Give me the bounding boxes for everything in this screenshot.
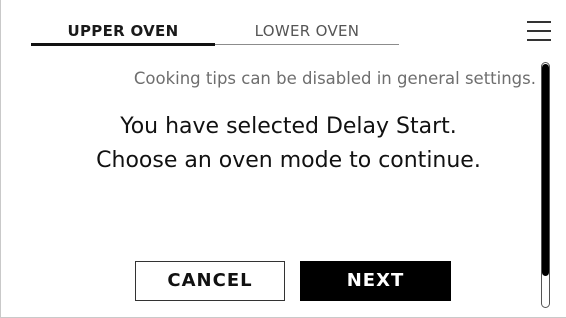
cancel-button[interactable]: CANCEL <box>135 261 285 301</box>
hamburger-menu-icon[interactable] <box>525 18 555 44</box>
delay-start-message: You have selected Delay Start. Choose an… <box>41 110 536 178</box>
menu-line-middle <box>527 30 551 32</box>
scrollbar-thumb[interactable] <box>542 64 549 276</box>
message-line-1: You have selected Delay Start. <box>120 114 457 139</box>
menu-line-bottom <box>527 39 551 41</box>
tab-upper-oven[interactable]: UPPER OVEN <box>31 18 215 44</box>
next-button[interactable]: NEXT <box>300 261 451 301</box>
oven-control-screen: UPPER OVEN LOWER OVEN Cooking tips can b… <box>0 0 566 318</box>
active-tab-indicator <box>31 43 215 46</box>
tab-lower-oven[interactable]: LOWER OVEN <box>215 18 399 44</box>
message-line-2: Choose an oven mode to continue. <box>96 148 481 173</box>
menu-line-top <box>527 21 551 23</box>
cooking-tip-text: Cooking tips can be disabled in general … <box>133 69 536 88</box>
